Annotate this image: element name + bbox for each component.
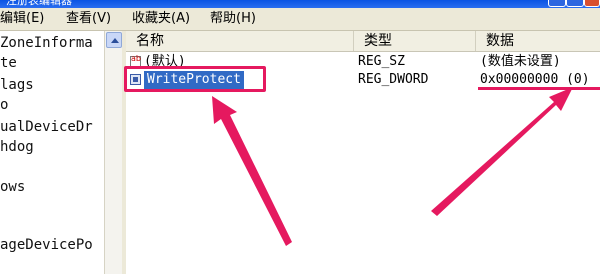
tree-item[interactable]: ZoneInforma xyxy=(0,33,93,53)
menu-edit[interactable]: 编辑(E) xyxy=(0,10,44,28)
tree-item[interactable]: ows xyxy=(0,177,25,197)
value-type: REG_DWORD xyxy=(358,72,429,87)
scroll-up-arrow-icon[interactable] xyxy=(106,32,122,48)
column-header-name[interactable]: 名称 xyxy=(126,31,354,51)
tree-scrollbar[interactable] xyxy=(104,31,123,274)
menu-favorites[interactable]: 收藏夹(A) xyxy=(132,10,190,28)
tree-item[interactable]: ualDeviceDr xyxy=(0,117,93,137)
column-header-data[interactable]: 数据 xyxy=(476,31,600,51)
highlight-underline-data xyxy=(478,87,600,90)
tree-item[interactable]: o xyxy=(0,95,8,115)
tree-item[interactable]: te xyxy=(0,53,17,73)
menu-view[interactable]: 查看(V) xyxy=(66,10,111,28)
menu-help[interactable]: 帮助(H) xyxy=(210,10,256,28)
tree-item[interactable]: ageDevicePo xyxy=(0,235,93,255)
value-data: (数值未设置) xyxy=(480,54,561,69)
window-title: 注册表编辑器 xyxy=(6,0,72,7)
menu-bar: 编辑(E) 查看(V) 收藏夹(A) 帮助(H) xyxy=(0,8,600,31)
minimize-button[interactable] xyxy=(548,0,566,7)
close-button[interactable] xyxy=(584,0,600,7)
highlight-box-writeprotect xyxy=(124,66,266,92)
maximize-button[interactable] xyxy=(566,0,584,7)
tree-item[interactable]: hdog xyxy=(0,137,34,157)
tree-item[interactable]: lags xyxy=(0,75,34,95)
list-header: 名称 类型 数据 xyxy=(126,31,600,52)
registry-key-tree: ZoneInforma te lags o ualDeviceDr hdog o… xyxy=(0,31,104,274)
column-header-type[interactable]: 类型 xyxy=(354,31,476,51)
value-type: REG_SZ xyxy=(358,54,405,69)
title-bar: 注册表编辑器 xyxy=(0,0,600,8)
